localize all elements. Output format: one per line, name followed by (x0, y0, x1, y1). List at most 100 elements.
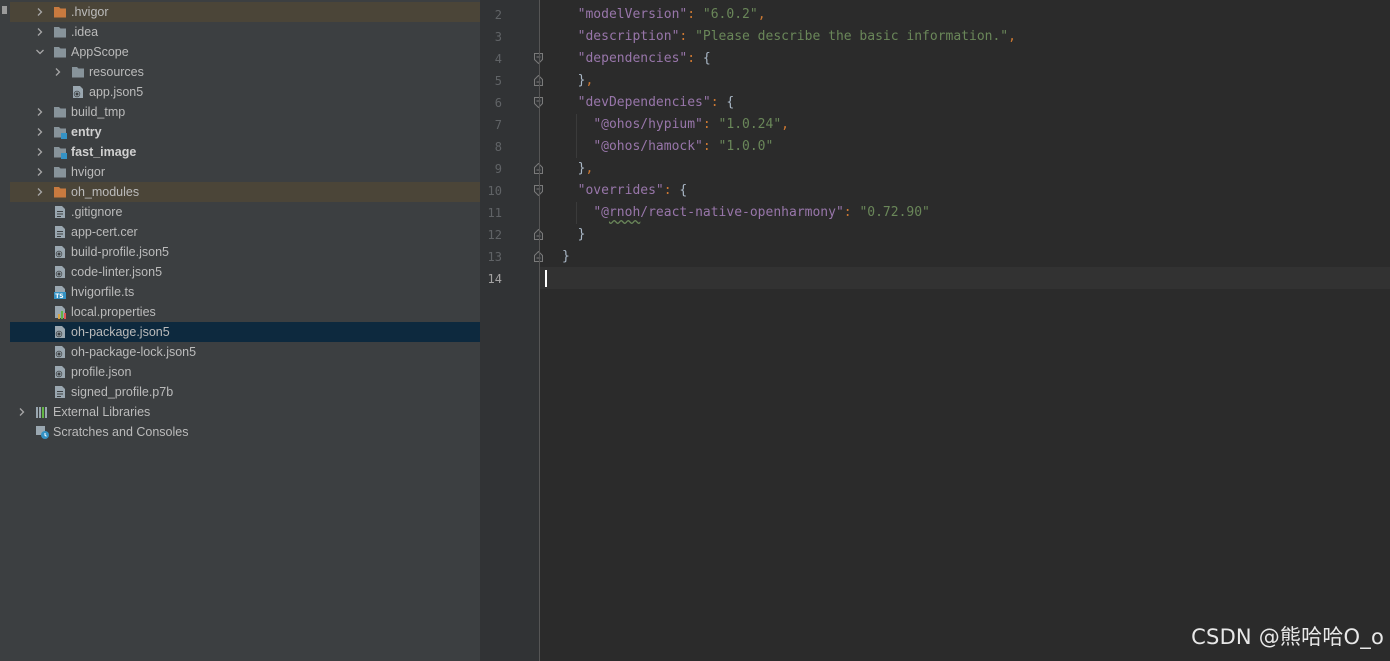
code-token: "dependencies" (577, 51, 688, 66)
tree-item-hvigor[interactable]: .hvigor (10, 2, 480, 22)
json5-file-icon (55, 326, 65, 338)
chevron-right-icon[interactable] (35, 107, 45, 117)
folder-icon (54, 27, 66, 38)
code-token: "1.0.0" (718, 139, 774, 154)
tree-item-appscope[interactable]: AppScope (10, 42, 480, 62)
tree-item-code-linter-json5[interactable]: code-linter.json5 (10, 262, 480, 282)
tree-item-resources[interactable]: resources (10, 62, 480, 82)
code-line[interactable]: "overrides": { (562, 180, 688, 202)
line-number: 8 (494, 140, 502, 154)
tree-item-build-tmp[interactable]: build_tmp (10, 102, 480, 122)
code-token: , (757, 7, 766, 22)
chevron-right-icon[interactable] (35, 27, 45, 37)
code-token: : (663, 183, 680, 198)
tree-item-external-libraries[interactable]: External Libraries (10, 402, 480, 422)
code-token: rnoh (608, 205, 641, 220)
code-line[interactable]: }, (562, 158, 594, 180)
line-number: 9 (494, 162, 502, 176)
chevron-right-icon[interactable] (35, 187, 45, 197)
code-token: { (726, 95, 735, 110)
tree-item-hvigorfile-ts[interactable]: TS hvigorfile.ts (10, 282, 480, 302)
text-file-icon (55, 206, 65, 218)
code-line[interactable]: "devDependencies": { (562, 92, 735, 114)
tree-item-entry[interactable]: entry (10, 122, 480, 142)
line-number: 7 (494, 118, 502, 132)
tree-item-profile-json[interactable]: profile.json (10, 362, 480, 382)
tree-item-gitignore[interactable]: .gitignore (10, 202, 480, 222)
code-token: "@ (593, 205, 609, 220)
chevron-right-icon[interactable] (53, 67, 63, 77)
tree-item-label: Scratches and Consoles (53, 425, 189, 439)
line-number: 12 (487, 228, 502, 242)
code-token: : (702, 139, 719, 154)
chevron-right-icon[interactable] (35, 7, 45, 17)
indent-guide (576, 202, 577, 224)
tree-item-label: profile.json (71, 365, 132, 379)
text-file-icon (55, 386, 65, 398)
tree-item-app-cert-cer[interactable]: app-cert.cer (10, 222, 480, 242)
line-number: 5 (494, 74, 502, 88)
code-line[interactable]: } (562, 246, 570, 268)
code-editor[interactable]: 2 3 4 5 6 7 8 9 10 11 12 13 14 "modelVersion": "6.0.… (480, 0, 1390, 661)
tree-item-scratches-and-consoles[interactable]: Scratches and Consoles (10, 422, 480, 442)
tree-item-oh-package-json5[interactable]: oh-package.json5 (10, 322, 480, 342)
code-token: } (562, 227, 586, 242)
code-line[interactable]: "@ohos/hamock": "1.0.0" (562, 136, 773, 158)
tree-item-oh-modules[interactable]: oh_modules (10, 182, 480, 202)
tool-window-marker-icon[interactable] (2, 6, 7, 14)
tree-item-signed-profile-p7b[interactable]: signed_profile.p7b (10, 382, 480, 402)
tree-item-fast-image[interactable]: fast_image (10, 142, 480, 162)
tree-item-label: code-linter.json5 (71, 265, 163, 279)
project-tree[interactable]: .hvigor .idea AppScope resources app.json5 bu… (10, 0, 480, 661)
code-line[interactable]: "@ohos/hypium": "1.0.24", (562, 114, 789, 136)
tree-item-label: build_tmp (71, 105, 126, 119)
line-number: 11 (487, 206, 502, 220)
code-line[interactable]: "dependencies": { (562, 48, 711, 70)
code-token: "0.72.90" (859, 205, 930, 220)
json5-file-icon (55, 246, 65, 258)
tree-item-label: hvigorfile.ts (71, 285, 135, 299)
json5-file-icon (73, 86, 83, 98)
code-token: : (702, 117, 719, 132)
chevron-right-icon[interactable] (35, 167, 45, 177)
code-token: , (585, 73, 594, 88)
svg-text:TS: TS (55, 293, 63, 299)
chevron-right-icon[interactable] (35, 127, 45, 137)
tree-item-build-profile-json5[interactable]: build-profile.json5 (10, 242, 480, 262)
tree-item-hvigor[interactable]: hvigor (10, 162, 480, 182)
module-folder-icon (54, 127, 67, 139)
module-folder-icon (54, 147, 67, 159)
code-line[interactable]: } (562, 224, 586, 246)
tree-item-label: oh-package.json5 (71, 325, 170, 339)
tree-item-label: AppScope (71, 45, 129, 59)
tree-item-idea[interactable]: .idea (10, 22, 480, 42)
code-token: "@ohos/hypium" (593, 117, 703, 132)
json5-file-icon (55, 346, 65, 358)
folder-icon (54, 107, 66, 118)
line-number: 10 (487, 184, 502, 198)
code-line[interactable]: "description": "Please describe the basi… (562, 26, 1016, 48)
code-line[interactable]: }, (562, 70, 594, 92)
tree-item-label: .hvigor (71, 5, 109, 19)
code-token: /react-native-openharmony" (640, 205, 844, 220)
tree-item-oh-package-lock-json5[interactable]: oh-package-lock.json5 (10, 342, 480, 362)
tree-item-label: .idea (71, 25, 99, 39)
code-token: "6.0.2" (702, 7, 758, 22)
chevron-right-icon[interactable] (17, 407, 27, 417)
chevron-right-icon[interactable] (35, 147, 45, 157)
tree-item-local-properties[interactable]: local.properties (10, 302, 480, 322)
code-token: "@ohos/hamock" (593, 139, 703, 154)
code-token: : (843, 205, 860, 220)
code-token: , (585, 161, 594, 176)
chevron-down-icon[interactable] (35, 47, 45, 57)
code-line[interactable]: "modelVersion": "6.0.2", (562, 4, 766, 26)
tree-item-app-json5[interactable]: app.json5 (10, 82, 480, 102)
code-line[interactable]: "@rnoh/react-native-openharmony": "0.72.… (562, 202, 930, 224)
folder-icon (54, 7, 66, 18)
folder-icon (54, 167, 66, 178)
